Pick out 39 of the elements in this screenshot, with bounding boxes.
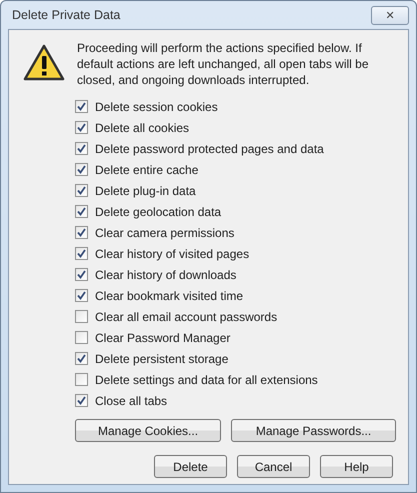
checkbox-label[interactable]: Delete persistent storage [95, 352, 228, 366]
checkbox-label[interactable]: Clear history of downloads [95, 268, 236, 282]
checkbox-label[interactable]: Delete entire cache [95, 162, 198, 176]
window-title: Delete Private Data [12, 8, 120, 22]
checkbox-label[interactable]: Delete geolocation data [95, 204, 222, 218]
checkbox[interactable] [75, 100, 88, 113]
dialog-button[interactable]: Help [320, 455, 393, 478]
checkbox-label[interactable]: Clear all email account passwords [95, 310, 278, 324]
manage-button[interactable]: Manage Cookies... [75, 419, 222, 442]
checkbox-label[interactable]: Clear history of visited pages [95, 246, 250, 260]
checkbox-label[interactable]: Delete settings and data for all extensions [95, 372, 318, 386]
dialog-button[interactable]: Cancel [237, 455, 310, 478]
checkbox[interactable] [75, 184, 88, 197]
checkbox[interactable] [75, 121, 88, 134]
checkbox-label[interactable]: Delete all cookies [95, 120, 190, 134]
checkbox-label[interactable]: Close all tabs [95, 394, 168, 408]
checkbox[interactable] [75, 331, 88, 344]
dialog-button[interactable]: Delete [154, 455, 227, 478]
checkbox-label[interactable]: Delete password protected pages and data [95, 142, 324, 156]
checkbox[interactable] [75, 163, 88, 176]
checkbox[interactable] [75, 394, 88, 407]
checkbox-label[interactable]: Clear bookmark visited time [95, 288, 244, 302]
checkbox[interactable] [75, 247, 88, 260]
warning-message: Proceeding will perform the actions specified below. If default actions are left unchanged, all open tabs will be closed, and ongoing downloads interrupted. [77, 40, 370, 88]
close-button[interactable]: ✕ [371, 6, 409, 24]
checkbox[interactable] [75, 352, 88, 365]
checkbox[interactable] [75, 142, 88, 155]
checkbox[interactable] [75, 373, 88, 386]
checkbox-label[interactable]: Delete session cookies [95, 100, 218, 114]
checkbox-label[interactable]: Clear Password Manager [95, 330, 230, 344]
checkbox-label[interactable]: Clear camera permissions [95, 226, 234, 240]
manage-button[interactable]: Manage Passwords... [231, 419, 396, 442]
checkbox[interactable] [75, 310, 88, 323]
checkbox[interactable] [75, 268, 88, 281]
checkbox-label[interactable]: Delete plug-in data [95, 184, 196, 198]
checkbox[interactable] [75, 205, 88, 218]
checkbox[interactable] [75, 226, 88, 239]
warning-icon [23, 44, 65, 82]
checkbox[interactable] [75, 289, 88, 302]
